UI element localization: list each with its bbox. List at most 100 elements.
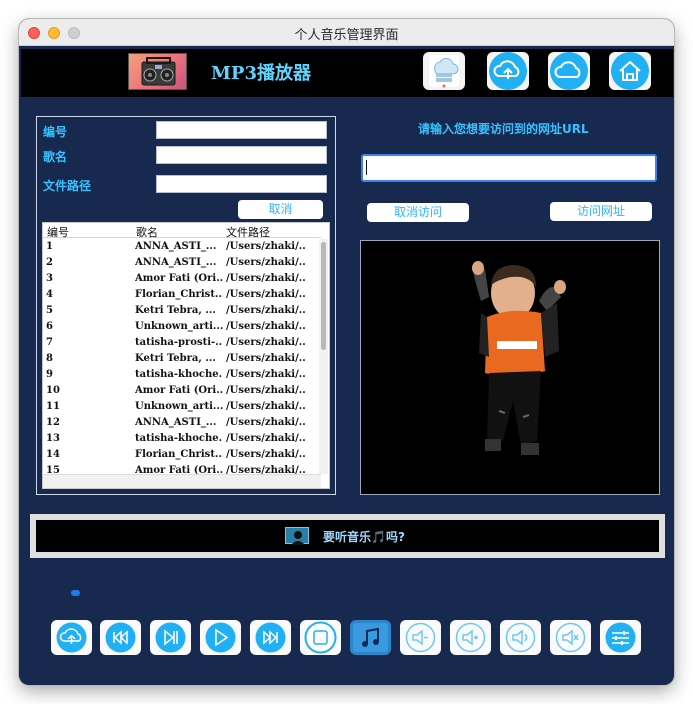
banner-text: 要听音乐🎵吗? — [323, 530, 405, 544]
cell-id: 5 — [46, 305, 53, 316]
column-header-id[interactable]: 编号 — [47, 224, 69, 240]
cell-path: /Users/zhaki/... — [226, 273, 306, 284]
rewind-button[interactable] — [100, 620, 141, 655]
cloud-upload-button[interactable] — [487, 52, 529, 90]
stop-icon — [304, 621, 337, 654]
listener-avatar-icon — [285, 527, 309, 545]
path-field[interactable] — [156, 175, 327, 193]
column-header-path[interactable]: 文件路径 — [226, 224, 270, 240]
cell-path: /Users/zhaki/... — [226, 257, 306, 268]
cell-name: Ketri Tebra, ... — [135, 353, 216, 364]
vertical-scrollbar[interactable] — [319, 239, 328, 474]
cell-name: Florian_Christ... — [135, 289, 223, 300]
cloud-server-button[interactable] — [423, 52, 465, 90]
table-row[interactable]: 13 tatisha-khoche.../Users/zhaki/... — [43, 431, 321, 447]
name-field[interactable] — [156, 146, 327, 164]
cell-path: /Users/zhaki/... — [226, 401, 306, 412]
horizontal-scrollbar[interactable] — [43, 474, 321, 488]
cell-id: 7 — [46, 337, 53, 348]
cancel-visit-button[interactable]: 取消访问 — [367, 203, 469, 222]
music-library-button[interactable] — [350, 620, 391, 655]
table-row[interactable]: 2 ANNA_ASTI_... /Users/zhaki/... — [43, 255, 321, 271]
boombox-logo — [128, 53, 187, 90]
cell-path: /Users/zhaki/... — [226, 353, 306, 364]
video-display — [360, 240, 660, 495]
cell-path: /Users/zhaki/... — [226, 289, 306, 300]
title-bar: 个人音乐管理界面 — [19, 19, 674, 46]
equalizer-button[interactable] — [600, 620, 641, 655]
dancing-avatar-image — [472, 261, 566, 455]
window-title: 个人音乐管理界面 — [294, 28, 399, 43]
table-row[interactable]: 7 tatisha-prosti-.../Users/zhaki/... — [43, 335, 321, 351]
table-row[interactable]: 4 Florian_Christ.../Users/zhaki/... — [43, 287, 321, 303]
song-table: 编号 歌名 文件路径 1 ANNA_ASTI_... /Users/zhaki/..… — [42, 222, 330, 489]
table-row[interactable]: 5 Ketri Tebra, ... /Users/zhaki/... — [43, 303, 321, 319]
header-bar: MP3播放器 — [21, 49, 673, 97]
cell-id: 14 — [46, 449, 60, 460]
stop-button[interactable] — [300, 620, 341, 655]
cell-id: 1 — [46, 241, 53, 252]
cell-name: Amor Fati (Ori... — [135, 385, 223, 396]
home-button[interactable] — [609, 52, 651, 90]
cell-name: Unknown_arti... — [135, 321, 223, 332]
id-label: 编号 — [43, 125, 68, 139]
cell-path: /Users/zhaki/... — [226, 417, 306, 428]
scroll-thumb[interactable] — [321, 242, 326, 350]
volume-off-icon — [555, 622, 586, 653]
text-caret — [366, 160, 367, 175]
visit-url-button[interactable]: 访问网址 — [550, 202, 652, 221]
id-field[interactable] — [156, 121, 327, 139]
cloud-button[interactable] — [548, 52, 590, 90]
cell-path: /Users/zhaki/... — [226, 385, 306, 396]
cloud-upload-icon — [493, 60, 520, 79]
song-form-panel: 编号 歌名 文件路径 取消 编号 歌名 文件路径 1 ANNA_ASTI_... /… — [36, 116, 336, 495]
message-banner: 要听音乐🎵吗? — [30, 514, 665, 558]
table-row[interactable]: 9 tatisha-khoche.../Users/zhaki/... — [43, 367, 321, 383]
volume-mute-button[interactable] — [400, 620, 441, 655]
volume-down-icon — [455, 622, 486, 653]
table-row[interactable]: 3 Amor Fati (Ori.../Users/zhaki/... — [43, 271, 321, 287]
table-row[interactable]: 8 Ketri Tebra, ... /Users/zhaki/... — [43, 351, 321, 367]
play-pause-button[interactable] — [150, 620, 191, 655]
table-row[interactable]: 14 Florian_Christ.../Users/zhaki/... — [43, 447, 321, 463]
volume-up-button[interactable] — [500, 620, 541, 655]
cell-id: 4 — [46, 289, 53, 300]
column-header-name[interactable]: 歌名 — [136, 224, 158, 240]
volume-off-button[interactable] — [550, 620, 591, 655]
cell-id: 6 — [46, 321, 53, 332]
play-icon — [205, 622, 236, 653]
table-row[interactable]: 1 ANNA_ASTI_... /Users/zhaki/... — [43, 239, 321, 255]
upload-button[interactable] — [51, 620, 92, 655]
cancel-button[interactable]: 取消 — [238, 200, 323, 219]
fast-forward-button[interactable] — [250, 620, 291, 655]
cell-name: tatisha-prosti-... — [135, 337, 223, 348]
table-row[interactable]: 11 Unknown_arti.../Users/zhaki/... — [43, 399, 321, 415]
name-label: 歌名 — [43, 150, 68, 164]
volume-mute-icon — [405, 622, 436, 653]
url-input[interactable] — [361, 154, 657, 182]
fast-rewind-icon — [105, 622, 136, 653]
cell-id: 3 — [46, 273, 53, 284]
play-pause-icon — [155, 622, 186, 653]
music-library-icon — [353, 623, 388, 652]
upload-icon — [56, 622, 87, 653]
cell-name: Ketri Tebra, ... — [135, 305, 216, 316]
table-row[interactable]: 6 Unknown_arti.../Users/zhaki/... — [43, 319, 321, 335]
cell-name: Unknown_arti... — [135, 401, 223, 412]
table-header: 编号 歌名 文件路径 — [43, 223, 321, 240]
cell-id: 2 — [46, 257, 53, 268]
cell-path: /Users/zhaki/... — [226, 321, 306, 332]
app-window: 个人音乐管理界面 MP3播放器 编号 歌名 文件路径 取消 编号 歌名 文件路径… — [19, 19, 674, 685]
cell-id: 13 — [46, 433, 60, 444]
table-row[interactable]: 12 ANNA_ASTI_... /Users/zhaki/... — [43, 415, 321, 431]
cell-name: tatisha-khoche... — [135, 433, 223, 444]
progress-indicator[interactable] — [71, 590, 80, 596]
cell-name: Amor Fati (Ori... — [135, 273, 223, 284]
play-button[interactable] — [200, 620, 241, 655]
cell-name: Florian_Christ... — [135, 449, 223, 460]
home-icon — [619, 60, 641, 81]
cell-id: 12 — [46, 417, 60, 428]
table-row[interactable]: 10 Amor Fati (Ori.../Users/zhaki/... — [43, 383, 321, 399]
cell-id: 9 — [46, 369, 53, 380]
volume-down-button[interactable] — [450, 620, 491, 655]
